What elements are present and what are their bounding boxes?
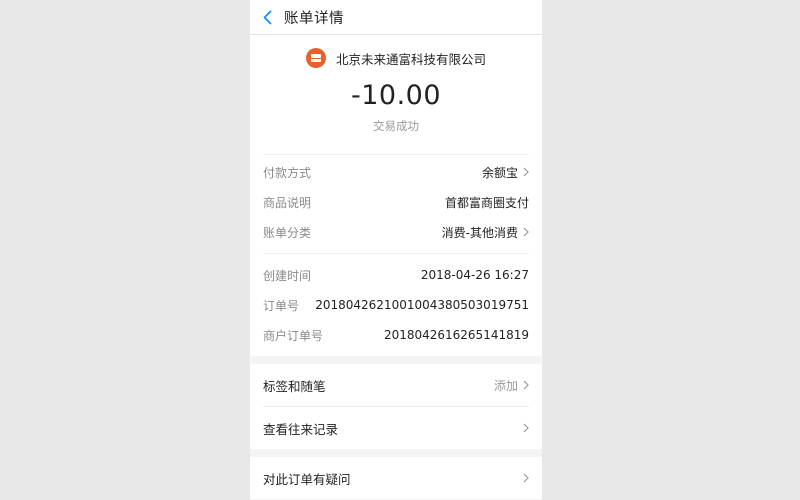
back-button[interactable] (250, 0, 284, 35)
bill-card: 北京未来通富科技有限公司 -10.00 交易成功 付款方式 余额宝 商品说明 首… (250, 35, 542, 356)
meta-label: 商户订单号 (263, 328, 324, 343)
chevron-right-icon (523, 167, 529, 177)
meta-value: 2018042616265141819 (383, 328, 529, 342)
amount: -10.00 (350, 80, 442, 111)
merchant: 北京未来通富科技有限公司 (250, 35, 542, 69)
meta-row-merchant-order-number: 商户订单号 2018042616265141819 (263, 320, 529, 350)
chevron-right-icon (523, 473, 529, 483)
item-hint: 添加 (493, 378, 518, 393)
actions-group-2: 对此订单有疑问 (250, 457, 542, 499)
item-label: 标签和随笔 (263, 378, 326, 394)
phone-screen: 账单详情 北京未来通富科技有限公司 -10.00 交易成功 付款方式 余额宝 商… (250, 0, 542, 500)
meta-label: 订单号 (263, 298, 300, 313)
detail-row-payment-method[interactable]: 付款方式 余额宝 (263, 157, 529, 187)
item-label: 对此订单有疑问 (263, 471, 351, 487)
detail-value: 余额宝 (481, 165, 518, 180)
merchant-name: 北京未来通富科技有限公司 (335, 51, 486, 67)
meta-value: 2018-04-26 16:27 (420, 268, 529, 282)
merchant-logo-icon (305, 48, 326, 68)
chevron-right-icon (523, 380, 529, 390)
detail-value: 首都富商圈支付 (444, 195, 529, 210)
detail-value: 消费-其他消费 (441, 225, 518, 240)
actions-group-1: 标签和随笔 添加 查看往来记录 (250, 364, 542, 449)
top-bar: 账单详情 (250, 0, 542, 35)
detail-label: 付款方式 (263, 165, 312, 180)
detail-label: 商品说明 (263, 195, 312, 210)
chevron-right-icon (523, 423, 529, 433)
meta-value: 20180426210010043805030197​51 (315, 298, 529, 312)
tags-notes-item[interactable]: 标签和随笔 添加 (263, 364, 529, 406)
meta-row-created-time: 创建时间 2018-04-26 16:27 (263, 260, 529, 290)
meta-section: 创建时间 2018-04-26 16:27 订单号 20180426210010… (263, 253, 529, 356)
meta-label: 创建时间 (263, 268, 312, 283)
order-question-item[interactable]: 对此订单有疑问 (263, 457, 529, 499)
detail-section: 付款方式 余额宝 商品说明 首都富商圈支付 账单分类 消费-其他消费 (263, 154, 529, 247)
detail-label: 账单分类 (263, 225, 312, 240)
item-label: 查看往来记录 (263, 421, 339, 437)
detail-row-category[interactable]: 账单分类 消费-其他消费 (263, 217, 529, 247)
chevron-right-icon (523, 227, 529, 237)
transaction-history-item[interactable]: 查看往来记录 (263, 406, 529, 449)
page-title: 账单详情 (284, 10, 344, 27)
chevron-left-icon (263, 10, 271, 24)
detail-row-description: 商品说明 首都富商圈支付 (263, 187, 529, 217)
transaction-status: 交易成功 (373, 119, 419, 133)
meta-row-order-number: 订单号 20180426210010043805030197​51 (263, 290, 529, 320)
